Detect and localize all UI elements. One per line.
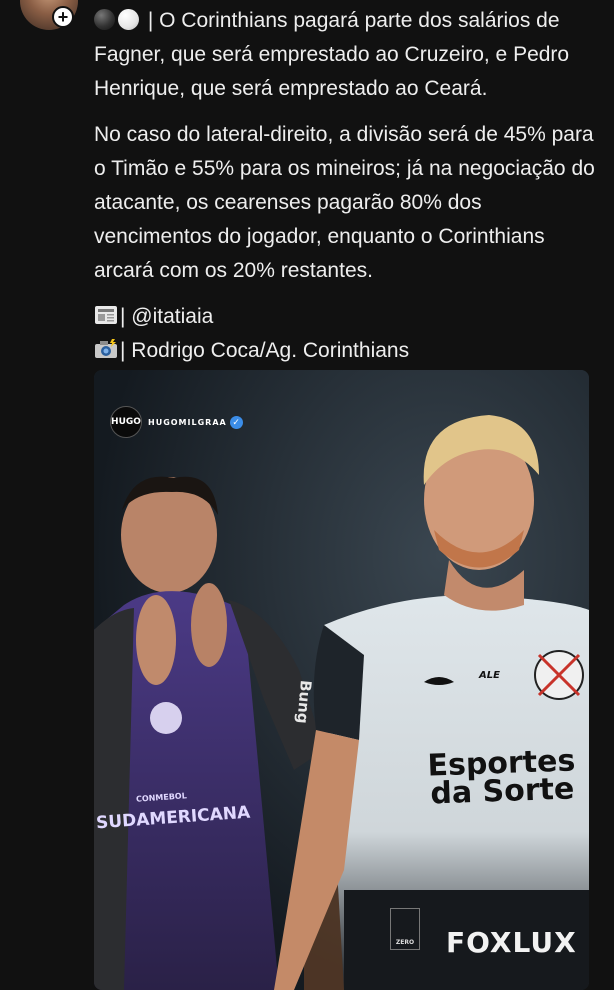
photo-credit-text: | Rodrigo Coca/Ag. Corinthians <box>120 339 410 362</box>
avatar-container[interactable]: + <box>20 0 78 30</box>
verified-check-icon: ✓ <box>229 415 243 429</box>
post-body: | O Corinthians pagará parte dos salário… <box>94 4 598 368</box>
post-paragraph-2: No caso do lateral-direito, a divisão se… <box>94 123 595 282</box>
black-circle-icon <box>94 9 115 30</box>
post-paragraph-1-text: | O Corinthians pagará parte dos salário… <box>94 9 570 100</box>
watermark: HUGO HUGOMILGRAA ✓ <box>110 406 243 438</box>
shorts-patch: ZERO <box>390 908 420 950</box>
chest-logo: ALE <box>479 670 500 681</box>
source-text: | @itatiaia <box>120 305 214 328</box>
shorts-brand: FOXLUX <box>446 926 577 959</box>
camera-flash-icon <box>95 339 117 358</box>
white-circle-icon <box>118 9 139 30</box>
follow-plus-icon[interactable]: + <box>52 6 74 28</box>
watermark-logo: HUGO <box>110 406 142 438</box>
photo-illustration <box>94 370 589 990</box>
post-paragraph-1: | O Corinthians pagará parte dos salário… <box>94 4 598 106</box>
post-image[interactable]: HUGO HUGOMILGRAA ✓ CONMEBOL SUDAMERICANA… <box>94 370 589 990</box>
shorts-patch-text: ZERO <box>395 939 415 946</box>
watermark-handle: HUGOMILGRAA <box>148 417 227 427</box>
source-line: | @itatiaia <box>94 300 598 334</box>
jersey-sponsor: Esportes da Sorte <box>427 743 577 812</box>
photo-credit-line: | Rodrigo Coca/Ag. Corinthians <box>94 334 598 368</box>
post-credits: | @itatiaia | Rodrigo Coca/Ag. Corinthia… <box>94 300 598 368</box>
jersey-sponsor-line-2: da Sorte <box>429 771 575 812</box>
newspaper-icon <box>95 306 117 324</box>
